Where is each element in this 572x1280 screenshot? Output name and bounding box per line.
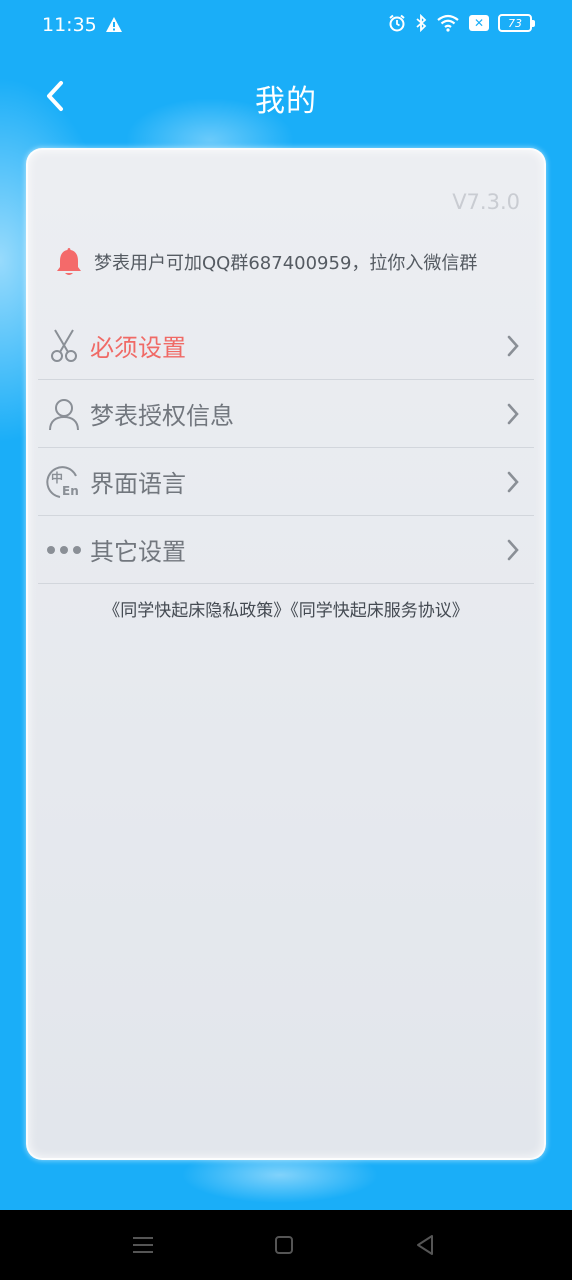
settings-card: V7.3.0 梦表用户可加QQ群687400959，拉你入微信群 必须设置 梦表… [26,148,546,1160]
warning-icon [106,17,122,32]
settings-menu: 必须设置 梦表授权信息 中 En 界面语言 其它设置 [38,312,534,584]
menu-icon [133,1237,153,1253]
menu-item-label: 其它设置 [90,538,186,566]
status-time: 11:35 [42,14,97,36]
sim-off-icon: ✕ [469,15,489,31]
version-label: V7.3.0 [452,190,520,214]
home-square-icon [275,1236,293,1254]
menu-item-label: 界面语言 [90,470,186,498]
user-icon [46,396,82,432]
menu-nav-button[interactable] [130,1232,156,1258]
more-dots-icon [46,532,82,568]
notice-text: 梦表用户可加QQ群687400959，拉你入微信群 [94,253,478,274]
bell-icon [57,248,81,275]
policy-links: 《同学快起床隐私政策》《同学快起床服务协议》 [28,596,544,621]
wifi-icon [437,14,459,32]
menu-item-label: 必须设置 [90,334,186,362]
status-icons: ✕ 73 [388,14,535,32]
privacy-policy-link[interactable]: 《同学快起床隐私政策》 [103,601,290,621]
menu-item-other-settings[interactable]: 其它设置 [38,516,534,584]
bluetooth-icon [416,14,427,32]
menu-item-authorization-info[interactable]: 梦表授权信息 [38,380,534,448]
menu-item-label: 梦表授权信息 [90,402,234,430]
home-nav-button[interactable] [271,1232,297,1258]
chevron-right-icon [507,403,519,425]
navigation-bar [0,1210,572,1280]
service-agreement-link[interactable]: 《同学快起床服务协议》 [290,601,469,621]
status-bar: 11:35 ✕ 73 [0,0,572,52]
menu-item-required-settings[interactable]: 必须设置 [38,312,534,380]
svg-text:En: En [62,484,79,498]
language-icon: 中 En [46,464,82,500]
qq-group-notice: 梦表用户可加QQ群687400959，拉你入微信群 [54,246,477,278]
header: 我的 [0,64,572,128]
battery-icon: 73 [498,14,535,32]
back-triangle-icon [417,1235,433,1255]
scissors-icon [46,328,82,364]
svg-text:中: 中 [51,470,63,485]
chevron-right-icon [507,539,519,561]
menu-item-interface-language[interactable]: 中 En 界面语言 [38,448,534,516]
chevron-right-icon [507,471,519,493]
back-nav-button[interactable] [412,1232,438,1258]
chevron-right-icon [507,335,519,357]
page-title: 我的 [255,84,317,119]
alarm-icon [389,14,405,32]
